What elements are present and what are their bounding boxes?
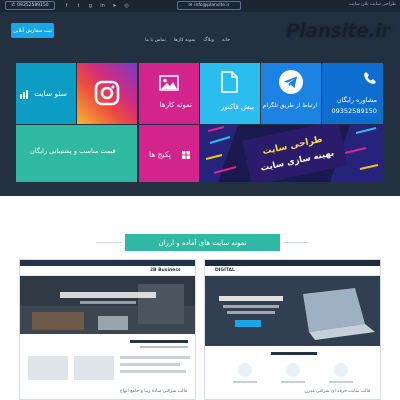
banner-decoration — [200, 125, 383, 182]
section-divider-right — [283, 242, 309, 243]
top-bar: ✆ 09352589150 f t g in ➤ ◎ ✉ info@plansi… — [0, 0, 400, 12]
nav-menu: خانه وبلاگ نمونه کارها تماس با ما — [145, 38, 230, 43]
site-logo[interactable]: Plansite.ir — [286, 20, 391, 42]
phone-text: 09352589150 — [17, 3, 49, 8]
invoice-label: پیش فاکتور — [220, 103, 254, 111]
image-icon — [159, 75, 179, 91]
phone-icon — [364, 72, 376, 84]
free-consultation-tile[interactable]: مشاوره رایگان 09352589150 — [322, 63, 383, 124]
site-tagline: طراحی سایت پلان سایت — [348, 2, 396, 7]
nav-item-home[interactable]: خانه — [222, 38, 230, 43]
preview-hero-image — [20, 276, 195, 334]
portfolio-label: نمونه کارها — [159, 101, 192, 109]
social-links: f t g in ➤ ◎ — [62, 1, 131, 10]
email-text: info@plansite.ir — [194, 3, 230, 8]
template-preview-right[interactable]: DIGITAL قالب سایت حرفه ای شرکتی مدرن — [204, 259, 381, 400]
seo-label: سئو سایت — [34, 89, 67, 98]
section-title: نمونه سایت های آماده و ارزان — [125, 234, 280, 251]
section-divider-left — [96, 242, 122, 243]
instagram-icon — [94, 80, 120, 106]
packages-label: پکیج ها — [149, 150, 171, 159]
order-online-button[interactable]: ثبت سفارش آنلاین — [11, 23, 54, 38]
pricing-support-tile[interactable]: قیمت مناسب و پشتیبانی رایگان — [16, 125, 137, 182]
pricing-support-label: قیمت مناسب و پشتیبانی رایگان — [30, 147, 116, 155]
main-navbar: ثبت سفارش آنلاین خانه وبلاگ نمونه کارها … — [0, 14, 400, 54]
bar-chart-icon — [20, 90, 28, 99]
nav-item-contact[interactable]: تماس با ما — [145, 38, 166, 43]
instagram-icon[interactable]: ◎ — [122, 1, 131, 10]
seo-tile[interactable]: سئو سایت — [16, 63, 76, 124]
nav-item-blog[interactable]: وبلاگ — [203, 38, 214, 43]
preview-brand: 2B Business — [150, 268, 181, 273]
preview-navbar: DIGITAL — [205, 266, 380, 276]
grid-icon — [182, 151, 190, 159]
phone-icon: ✆ — [11, 3, 16, 8]
facebook-icon[interactable]: f — [62, 1, 71, 10]
email-address[interactable]: ✉ info@plansite.ir — [177, 1, 241, 10]
telegram-icon — [279, 70, 303, 94]
preview-navbar: 2B Business — [20, 266, 195, 276]
packages-tile[interactable]: پکیج ها — [139, 125, 199, 182]
invoice-tile[interactable]: پیش فاکتور — [200, 63, 260, 124]
web-design-banner[interactable]: طراحی سایت بهینه سازی سایت — [200, 125, 383, 182]
phone-number[interactable]: ✆ 09352589150 — [5, 1, 55, 10]
preview-hero-image — [205, 276, 380, 346]
telegram-icon[interactable]: ➤ — [110, 1, 119, 10]
mail-icon: ✉ — [188, 3, 193, 8]
document-icon — [221, 71, 238, 93]
template-preview-left[interactable]: 2B Business قالب شرکتی ساده زیبا و جامع … — [19, 259, 196, 400]
twitter-icon[interactable]: t — [74, 1, 83, 10]
nav-item-portfolio[interactable]: نمونه کارها — [174, 38, 196, 43]
telegram-label: ارتباط از طریق تلگرام — [262, 103, 317, 109]
preview-brand: DIGITAL — [215, 268, 235, 273]
telegram-contact-tile[interactable]: ارتباط از طریق تلگرام — [261, 63, 321, 124]
google-plus-icon[interactable]: g — [86, 1, 95, 10]
site-header: ✆ 09352589150 f t g in ➤ ◎ ✉ info@plansi… — [0, 0, 400, 196]
consultation-label: مشاوره رایگان — [336, 96, 377, 104]
preview-right-caption: قالب سایت حرفه ای شرکتی مدرن — [304, 389, 370, 394]
instagram-tile[interactable] — [77, 63, 137, 124]
preview-left-caption: قالب شرکتی ساده زیبا و جامع انواع — [120, 389, 187, 394]
consultation-phone: 09352589150 — [331, 107, 378, 115]
linkedin-icon[interactable]: in — [98, 1, 107, 10]
portfolio-tile[interactable]: نمونه کارها — [139, 63, 199, 124]
